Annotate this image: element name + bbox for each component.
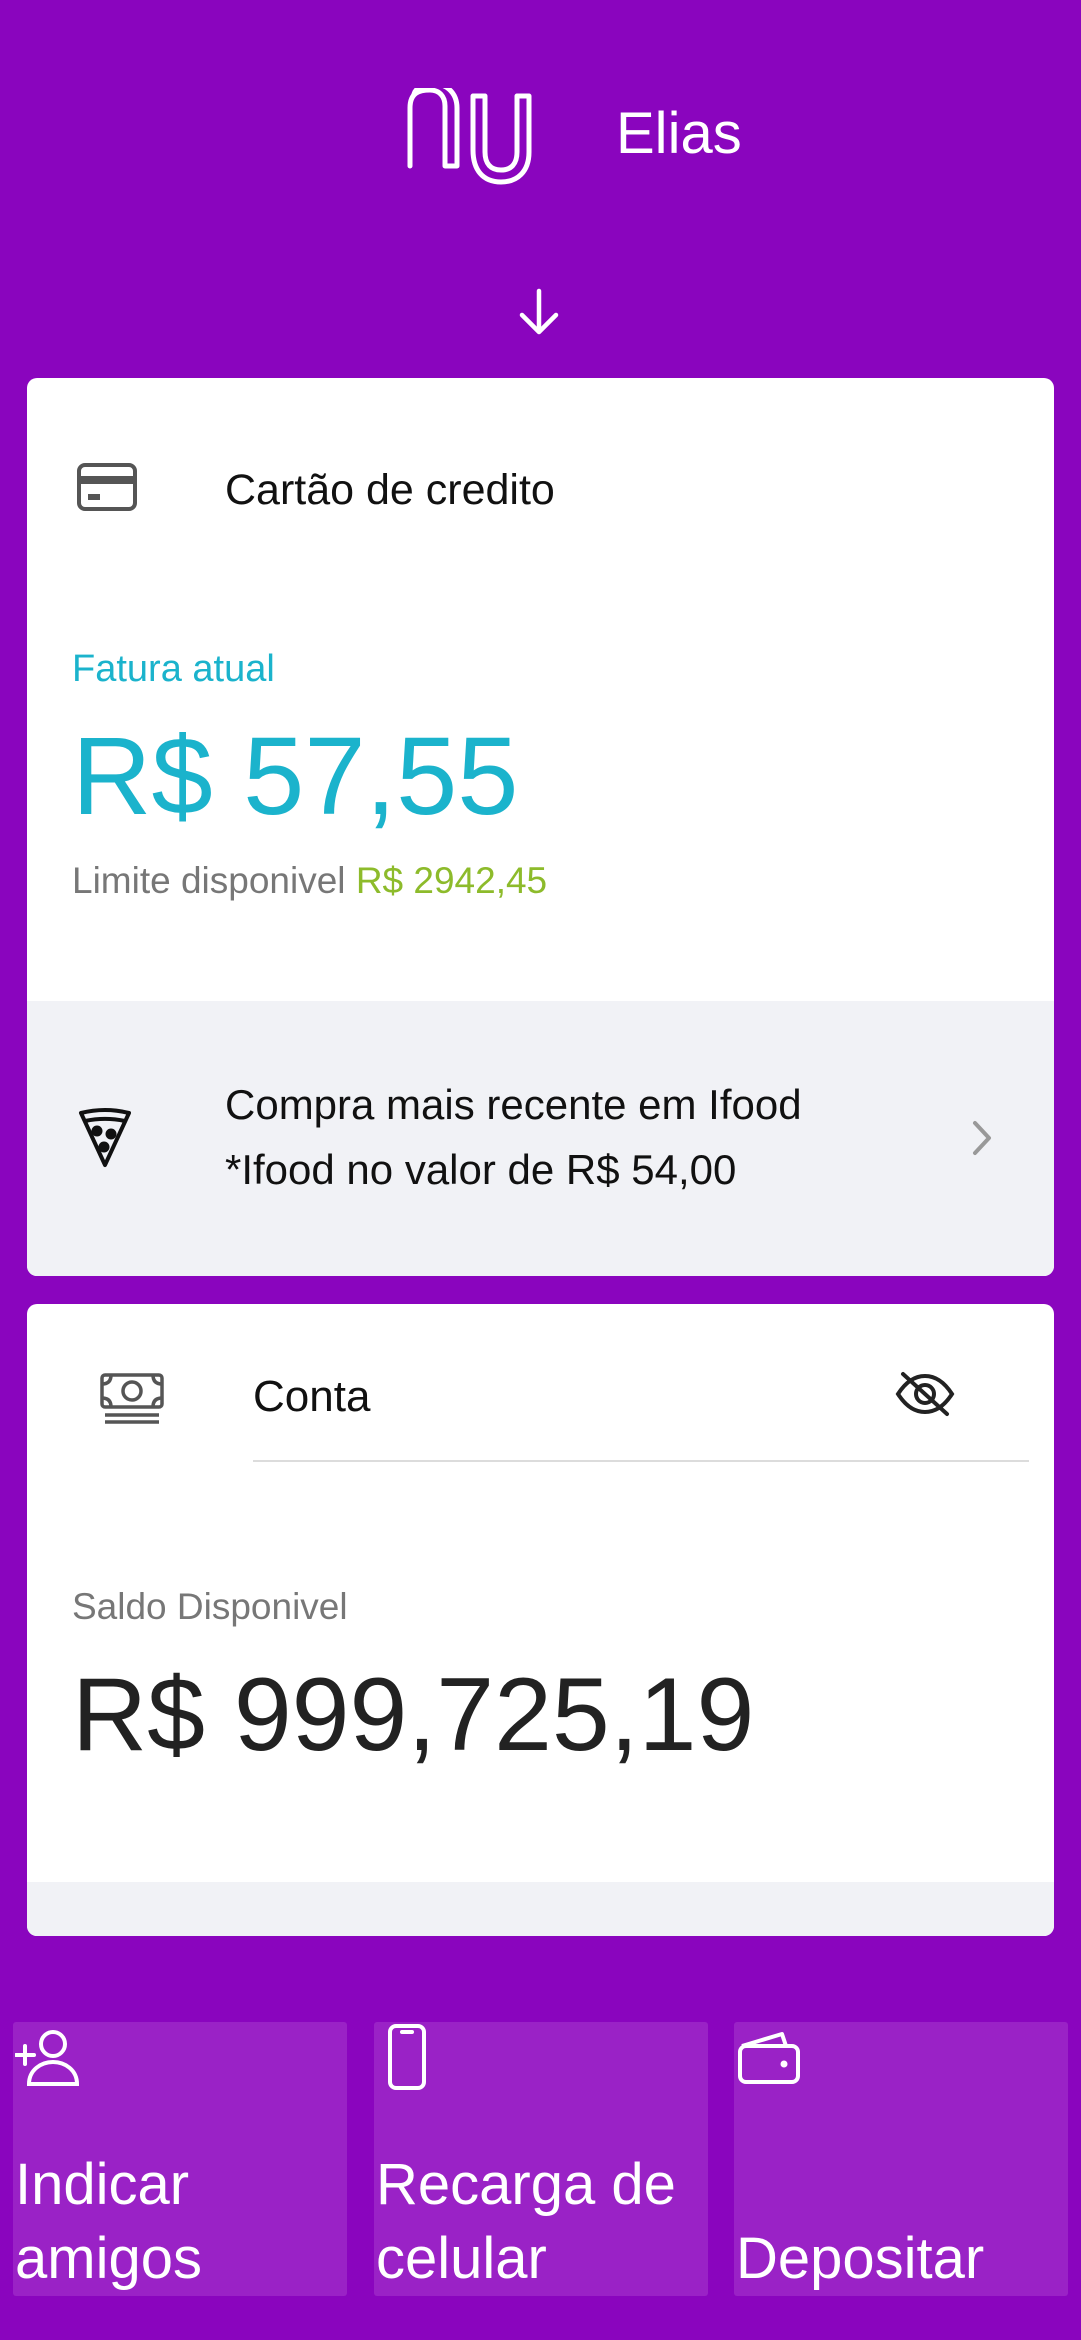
shortcut-label: Depositar xyxy=(736,2226,985,2291)
credit-card-icon xyxy=(77,463,137,511)
arrow-down-icon[interactable] xyxy=(512,285,566,339)
money-icon xyxy=(100,1373,164,1424)
phone-icon xyxy=(388,2024,426,2090)
recent-purchase-detail: *Ifood no valor de R$ 54,00 xyxy=(225,1146,737,1193)
nu-logo xyxy=(407,88,532,185)
invoice-value: R$ 57,55 xyxy=(72,715,519,838)
recent-purchase-row[interactable]: Compra mais recente em Ifood *Ifood no v… xyxy=(27,1001,1054,1276)
header: Elias xyxy=(0,0,1081,370)
credit-card-panel[interactable]: Cartão de credito Fatura atual R$ 57,55 … xyxy=(27,378,1054,1276)
eye-off-icon[interactable] xyxy=(895,1370,955,1418)
shortcut-label: Recarga de celular xyxy=(376,2152,676,2291)
limit-value: R$ 2942,45 xyxy=(355,860,548,901)
wallet-icon xyxy=(738,2032,800,2084)
add-person-icon xyxy=(15,2030,80,2086)
shortcut-invite-friends[interactable]: Indicar amigos xyxy=(13,2022,347,2296)
shortcut-phone-recharge[interactable]: Recarga de celular xyxy=(374,2022,708,2296)
balance-value: R$ 999,725,19 xyxy=(72,1657,755,1773)
shortcut-deposit[interactable]: Depositar xyxy=(734,2022,1068,2296)
account-title: Conta xyxy=(253,1372,371,1421)
invoice-label: Fatura atual xyxy=(72,648,275,690)
recent-purchase-title: Compra mais recente em Ifood xyxy=(225,1081,802,1128)
credit-card-title: Cartão de credito xyxy=(225,466,555,514)
username: Elias xyxy=(616,101,742,166)
chevron-right-icon[interactable] xyxy=(967,1118,997,1158)
account-divider xyxy=(253,1460,1029,1462)
limit-row: Limite disponivel R$ 2942,45 xyxy=(72,860,547,902)
pizza-icon xyxy=(79,1108,131,1167)
balance-label: Saldo Disponivel xyxy=(72,1586,348,1627)
account-footer-strip xyxy=(27,1882,1054,1936)
limit-label: Limite disponivel xyxy=(72,860,346,901)
account-panel[interactable]: Conta Saldo Disponivel R$ 999,725,19 xyxy=(27,1304,1054,1936)
shortcut-label: Indicar amigos xyxy=(15,2152,202,2291)
